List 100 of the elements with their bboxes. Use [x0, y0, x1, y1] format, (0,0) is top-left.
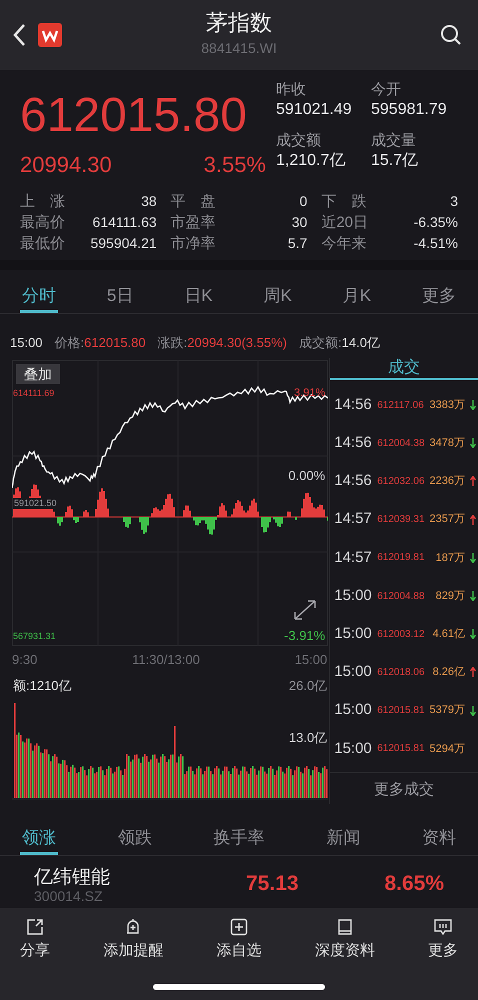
trade-price: 612032.06	[377, 474, 425, 489]
change-percent: 3.55%	[204, 151, 266, 179]
up-arrow-icon	[470, 476, 476, 486]
trade-time: 14:57	[334, 509, 372, 530]
toolbar-button[interactable]: 添自选	[216, 940, 262, 962]
app-logo-icon	[38, 23, 62, 47]
toolbar-button[interactable]: 更多	[428, 940, 458, 962]
inflow-area	[95, 488, 109, 517]
trade-price: 612015.81	[377, 704, 425, 718]
tab[interactable]: 资料	[410, 820, 468, 855]
stat-value: 591021.49	[276, 100, 353, 120]
outflow-area	[123, 517, 131, 528]
down-arrow-icon	[470, 552, 476, 563]
stat-label: 市盈率	[170, 213, 216, 233]
trade-time: 14:56	[334, 433, 372, 454]
trade-volume: 4.61亿	[432, 626, 465, 642]
trade-time: 14:56	[334, 394, 372, 415]
toolbar-button[interactable]: 添加提醒	[103, 940, 164, 962]
axis-label: 567931.31	[13, 630, 56, 643]
outflow-area	[261, 517, 271, 532]
outflow-area	[139, 517, 149, 534]
toolbar-button[interactable]: 深度资料	[314, 940, 375, 962]
outflow-area	[73, 517, 79, 524]
time-axis-label: 9:30	[12, 651, 38, 669]
volume-total: 额:1210亿	[13, 677, 72, 695]
stock-code: 300014.SZ	[34, 889, 104, 901]
stat-value: 5.7	[288, 234, 308, 253]
book-icon	[336, 918, 354, 936]
back-icon[interactable]	[12, 23, 26, 47]
stat-label: 平 盘	[170, 192, 216, 212]
trade-volume: 2236万	[430, 474, 465, 490]
time-axis-label: 15:00	[294, 651, 328, 669]
tab[interactable]: 月K	[330, 278, 384, 313]
trade-volume: 3478万	[430, 436, 465, 452]
trade-volume: 187万	[436, 550, 465, 566]
stat-value: 30	[292, 213, 308, 232]
inflow-area	[83, 510, 89, 517]
stat-label: 上 涨	[20, 192, 65, 212]
stat-label: 最高价	[20, 213, 65, 233]
price-info: 价格:612015.80	[54, 334, 146, 352]
trade-time: 15:00	[334, 662, 372, 682]
search-icon[interactable]	[440, 24, 462, 46]
tab[interactable]: 分时	[10, 278, 68, 313]
tab[interactable]: 更多	[410, 278, 468, 313]
change-info: 涨跌:20994.30(3.55%)	[158, 334, 287, 352]
trade-time: 15:00	[334, 586, 372, 606]
trade-volume: 829万	[436, 588, 465, 604]
axis-label: 591021.50	[13, 498, 58, 509]
axis-label: 0.00%	[288, 467, 326, 485]
axis-label: 26.0亿	[288, 677, 328, 695]
tab[interactable]: 领跌	[106, 820, 164, 855]
amount-info: 成交额:14.0亿	[299, 334, 380, 352]
trade-time: 15:00	[334, 738, 372, 759]
up-arrow-icon	[470, 667, 476, 678]
more-trades-link[interactable]: 更多成交	[374, 778, 434, 802]
trade-price: 612019.81	[377, 551, 425, 566]
tab[interactable]: 周K	[251, 278, 304, 313]
stat-value: 38	[141, 192, 157, 211]
stock-change: 8.65%	[384, 871, 444, 898]
trade-volume: 5379万	[430, 703, 465, 718]
axis-label: 13.0亿	[288, 729, 328, 747]
tab[interactable]: 领涨	[10, 820, 68, 855]
index-code: 8841415.WI	[201, 39, 277, 58]
time-axis-label: 11:30/13:00	[132, 651, 200, 669]
inflow-area	[217, 503, 227, 517]
inflow-area	[301, 492, 325, 517]
expand-icon[interactable]	[293, 599, 317, 621]
tab[interactable]: 日K	[172, 278, 225, 313]
stat-label: 今开	[371, 80, 402, 100]
trade-price: 612018.06	[377, 666, 425, 680]
down-arrow-icon	[470, 400, 476, 410]
stat-value: -6.35%	[414, 213, 458, 232]
outflow-area	[193, 517, 217, 535]
page-title: 茅指数	[206, 9, 272, 37]
toolbar-button[interactable]: 分享	[20, 940, 50, 962]
overlay-button[interactable]: 叠加	[16, 364, 60, 384]
time-label: 15:00	[10, 334, 43, 352]
trade-price: 612003.12	[377, 628, 425, 642]
trade-price: 612015.81	[377, 742, 425, 756]
down-arrow-icon	[470, 438, 476, 448]
tab[interactable]: 换手率	[202, 820, 276, 855]
trade-price: 612004.88	[377, 590, 425, 604]
stat-label: 市净率	[170, 234, 216, 254]
stock-name[interactable]: 亿纬锂能	[34, 867, 214, 889]
outflow-area	[273, 517, 283, 528]
current-price: 612015.80	[20, 88, 248, 144]
trade-volume: 3383万	[430, 398, 465, 413]
stat-label: 成交额	[276, 130, 322, 150]
tab[interactable]: 新闻	[314, 820, 372, 855]
up-arrow-icon	[470, 514, 476, 525]
stat-value: 614111.63	[92, 213, 157, 232]
trade-volume: 8.26亿	[432, 665, 465, 680]
trades-header: 成交	[330, 358, 478, 380]
down-arrow-icon	[470, 591, 476, 602]
outflow-area	[57, 517, 63, 526]
tab[interactable]: 5日	[94, 278, 146, 313]
down-arrow-icon	[470, 629, 476, 640]
inflow-area	[65, 506, 73, 517]
stock-price: 75.13	[246, 871, 299, 898]
trade-time: 14:56	[334, 471, 372, 492]
